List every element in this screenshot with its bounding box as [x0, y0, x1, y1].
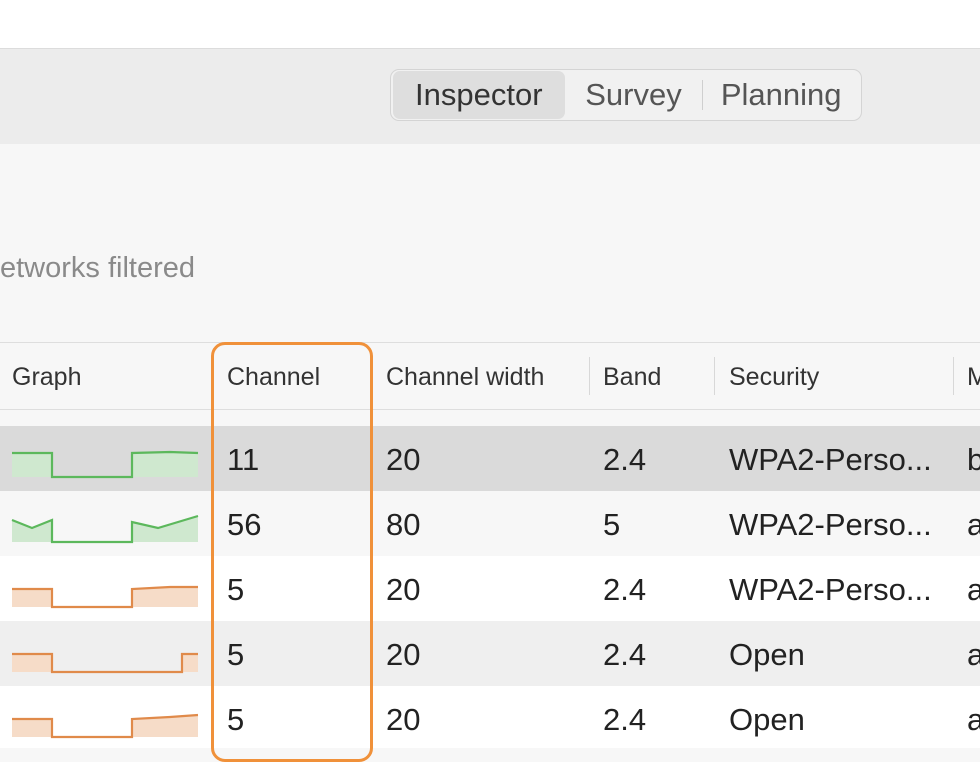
band-cell: 2.4 — [603, 442, 647, 477]
security-cell: Open — [729, 637, 805, 672]
band-cell: 2.4 — [603, 572, 647, 607]
channel-width-cell: 20 — [386, 702, 421, 737]
table-header: Graph Channel Channel width Band Securit… — [0, 342, 980, 410]
window-titlebar — [0, 0, 980, 48]
table-row[interactable]: 5 20 2.4 Open a — [0, 621, 980, 686]
more-cell: b — [967, 442, 980, 477]
networks-table: Graph Channel Channel width Band Securit… — [0, 342, 980, 748]
toolbar: Inspector Survey Planning — [0, 48, 980, 145]
table-row[interactable]: 56 80 5 WPA2-Perso... a — [0, 491, 980, 556]
column-header-band[interactable]: Band — [603, 363, 661, 392]
signal-graph-icon — [11, 514, 199, 544]
channel-cell: 56 — [227, 507, 262, 542]
filter-status-text: etworks filtered — [0, 252, 196, 284]
table-row[interactable]: 11 20 2.4 WPA2-Perso... b — [0, 426, 980, 491]
channel-cell: 5 — [227, 572, 245, 607]
channel-cell: 5 — [227, 702, 245, 737]
table-row[interactable]: 5 20 2.4 Open a — [0, 686, 980, 748]
column-separator[interactable] — [953, 357, 954, 395]
security-cell: WPA2-Perso... — [729, 507, 932, 542]
signal-graph-icon — [12, 713, 199, 739]
table-row[interactable]: 5 20 2.4 WPA2-Perso... a — [0, 556, 980, 621]
column-header-channel-width[interactable]: Channel width — [386, 363, 544, 392]
more-cell: a — [967, 507, 980, 542]
signal-graph-icon — [12, 450, 199, 479]
column-header-graph[interactable]: Graph — [12, 363, 81, 392]
band-cell: 2.4 — [603, 637, 647, 672]
column-header-more[interactable]: M — [967, 363, 980, 392]
channel-width-cell: 20 — [386, 572, 421, 607]
band-cell: 2.4 — [603, 702, 647, 737]
security-cell: WPA2-Perso... — [729, 442, 932, 477]
column-separator[interactable] — [589, 357, 590, 395]
filter-area: etworks filtered — [0, 144, 980, 342]
band-cell: 5 — [603, 507, 621, 542]
view-segmented-control: Inspector Survey Planning — [390, 69, 862, 121]
column-header-security[interactable]: Security — [729, 363, 819, 392]
channel-cell: 11 — [227, 442, 260, 477]
channel-width-cell: 20 — [386, 637, 421, 672]
tab-planning[interactable]: Planning — [703, 71, 859, 119]
security-cell: Open — [729, 702, 805, 737]
channel-width-cell: 20 — [386, 442, 421, 477]
more-cell: a — [967, 702, 980, 737]
tab-inspector[interactable]: Inspector — [393, 71, 565, 119]
more-cell: a — [967, 572, 980, 607]
security-cell: WPA2-Perso... — [729, 572, 932, 607]
channel-cell: 5 — [227, 637, 245, 672]
signal-graph-icon — [12, 585, 198, 609]
signal-graph-icon — [12, 652, 198, 674]
more-cell: a — [967, 637, 980, 672]
column-separator[interactable] — [714, 357, 715, 395]
column-header-channel[interactable]: Channel — [227, 363, 320, 392]
channel-width-cell: 80 — [386, 507, 421, 542]
tab-survey[interactable]: Survey — [565, 71, 703, 119]
